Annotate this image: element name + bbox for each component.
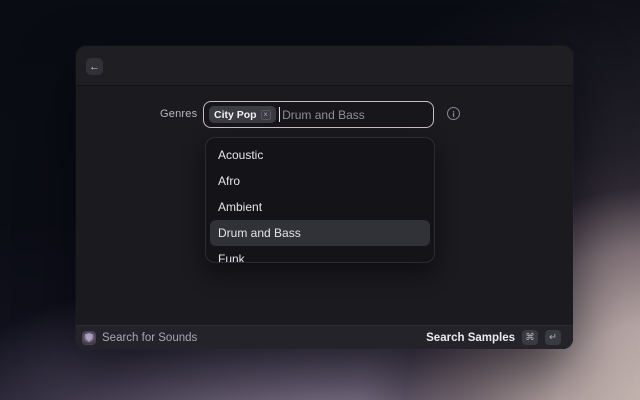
return-key-icon: ↵ — [545, 330, 561, 345]
info-icon[interactable]: i — [447, 107, 460, 120]
search-modal: ← Genres City Pop × Drum and Bass i Acou… — [76, 46, 573, 349]
text-caret — [279, 107, 281, 122]
suggestion-text: Drum and Bass — [282, 108, 365, 122]
genre-input[interactable]: City Pop × Drum and Bass — [203, 101, 434, 128]
modal-header: ← — [76, 46, 573, 86]
genre-chip-city-pop: City Pop × — [209, 106, 276, 123]
genres-label: Genres — [160, 108, 197, 120]
chip-remove-icon[interactable]: × — [261, 110, 271, 120]
search-samples-label: Search Samples — [426, 332, 515, 344]
back-button[interactable]: ← — [86, 58, 103, 75]
dropdown-option-acoustic[interactable]: Acoustic — [206, 142, 434, 168]
search-samples-action[interactable]: Search Samples ⌘ ↵ — [426, 330, 561, 345]
app-title: Search for Sounds — [102, 332, 197, 344]
genre-dropdown: Acoustic Afro Ambient Drum and Bass Funk — [205, 137, 435, 263]
chip-label: City Pop — [214, 109, 257, 121]
command-key-icon: ⌘ — [522, 330, 538, 345]
back-arrow-icon: ← — [89, 59, 100, 75]
dropdown-option-ambient[interactable]: Ambient — [206, 194, 434, 220]
dropdown-option-funk[interactable]: Funk — [206, 246, 434, 263]
shield-logo-icon — [82, 331, 96, 345]
modal-footer: Search for Sounds Search Samples ⌘ ↵ — [76, 325, 573, 349]
dropdown-option-drum-and-bass[interactable]: Drum and Bass — [210, 220, 430, 246]
dropdown-option-afro[interactable]: Afro — [206, 168, 434, 194]
